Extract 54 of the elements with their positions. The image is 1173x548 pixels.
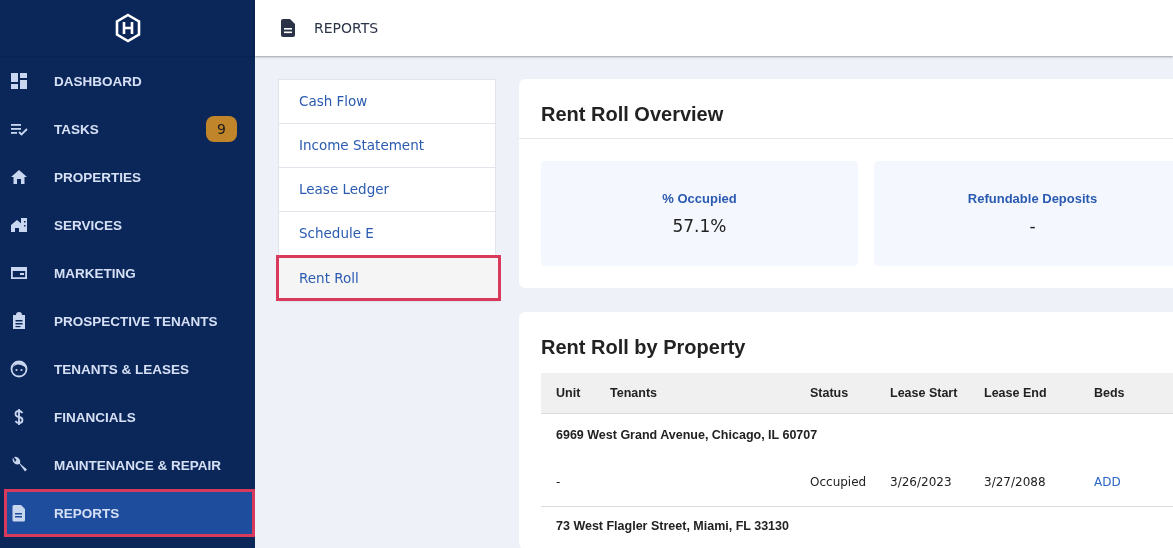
nav-item[interactable]: DASHBOARD — [0, 57, 255, 105]
column-header: Status — [810, 386, 850, 400]
column-header: Lease End — [984, 386, 1048, 400]
count-badge: 9 — [206, 116, 237, 142]
report-link[interactable]: Income Statement — [279, 124, 495, 168]
nav-item[interactable]: MARKETING — [0, 249, 255, 297]
nav-label: PROPERTIES — [54, 169, 143, 185]
nav-item[interactable]: PROSPECTIVE TENANTS — [0, 297, 255, 345]
stat-label: Refundable Deposits — [967, 191, 1098, 206]
nav-item[interactable]: REPORTS — [4, 489, 255, 537]
document-icon — [10, 504, 28, 522]
column-header: Tenants — [610, 386, 658, 400]
wrench-icon — [10, 456, 28, 474]
nav-item[interactable]: FINANCIALS — [0, 393, 255, 441]
clipboard-icon — [10, 312, 28, 330]
stat-label: % Occupied — [662, 191, 737, 206]
stat-value: - — [1029, 216, 1036, 236]
nav-label: MARKETING — [54, 265, 137, 281]
building-icon — [10, 216, 28, 234]
nav-label: TASKS — [54, 121, 100, 137]
table-cell-text: 3/26/2023 — [890, 475, 953, 489]
table-cell-text: Occupied — [810, 475, 868, 489]
card-title: Rent Roll by Property — [540, 335, 747, 360]
property-address: 73 West Flagler Street, Miami, FL 33130 — [555, 518, 790, 535]
nav-item[interactable]: PROPERTIES — [0, 153, 255, 201]
nav-label: FINANCIALS — [54, 409, 137, 425]
nav-label: SERVICES — [54, 217, 124, 233]
card-title: Rent Roll Overview — [519, 79, 1173, 139]
add-link[interactable]: ADD — [1094, 475, 1154, 489]
nav-item[interactable]: SERVICES — [0, 201, 255, 249]
document-icon — [281, 19, 295, 37]
report-link[interactable]: Rent Roll — [279, 258, 498, 298]
house-icon — [10, 168, 28, 186]
column-header: Lease Start — [890, 386, 959, 400]
nav-item[interactable]: TENANTS & LEASES — [0, 345, 255, 393]
nav-label: DASHBOARD — [54, 73, 143, 89]
report-link[interactable]: Lease Ledger — [279, 168, 495, 212]
face-icon — [10, 360, 28, 378]
nav-label: REPORTS — [54, 505, 121, 521]
nav-item[interactable]: MAINTENANCE & REPAIR — [0, 441, 255, 489]
column-header: Beds — [1094, 386, 1126, 400]
table-cell-text: - — [555, 475, 562, 489]
nav-item[interactable]: TASKS 9 — [0, 105, 255, 153]
card-icon — [10, 264, 28, 282]
nav-label: TENANTS & LEASES — [54, 361, 190, 377]
report-link[interactable]: Cash Flow — [279, 80, 495, 124]
page-title: REPORTS — [314, 20, 379, 36]
dashboard-icon — [10, 72, 28, 90]
table-cell-text: 3/27/2088 — [984, 475, 1047, 489]
column-header: Unit — [555, 386, 582, 400]
property-address: 6969 West Grand Avenue, Chicago, IL 60707 — [555, 427, 819, 444]
stat-value: 57.1% — [672, 216, 727, 236]
nav-label: PROSPECTIVE TENANTS — [54, 313, 219, 329]
nav-label: MAINTENANCE & REPAIR — [54, 457, 222, 473]
